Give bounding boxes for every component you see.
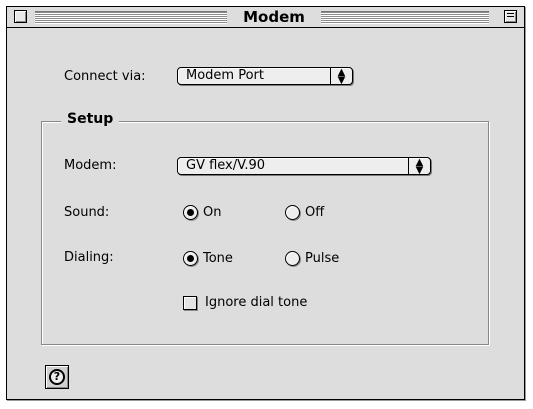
modem-value: GV flex/V.90 — [186, 158, 266, 173]
help-icon: ? — [49, 369, 65, 385]
connect-via-label: Connect via: — [64, 69, 146, 84]
title-stripes-right — [321, 11, 489, 24]
modem-popup[interactable]: GV flex/V.90 ▲ ▼ — [177, 157, 431, 176]
ignore-dial-tone-checkbox[interactable] — [183, 296, 197, 310]
close-box-icon[interactable] — [14, 10, 27, 23]
window-title: Modem — [227, 7, 321, 27]
up-down-arrows-icon: ▲ ▼ — [408, 158, 430, 176]
title-stripes-left — [35, 11, 227, 24]
dialing-pulse-label[interactable]: Pulse — [305, 251, 339, 266]
setup-group — [41, 121, 489, 345]
connect-via-value: Modem Port — [186, 68, 264, 83]
connect-via-popup[interactable]: Modem Port ▲ ▼ — [177, 67, 353, 86]
sound-on-radio[interactable] — [183, 205, 198, 220]
title-bar[interactable]: Modem — [7, 7, 524, 28]
sound-label: Sound: — [64, 205, 110, 220]
dialing-pulse-radio[interactable] — [285, 251, 300, 266]
ignore-dial-tone-label[interactable]: Ignore dial tone — [205, 295, 307, 310]
sound-off-radio[interactable] — [285, 205, 300, 220]
setup-group-title: Setup — [61, 111, 120, 127]
help-button[interactable]: ? — [45, 365, 69, 389]
sound-on-label[interactable]: On — [203, 205, 221, 220]
dialing-tone-label[interactable]: Tone — [203, 251, 233, 266]
dialing-label: Dialing: — [64, 250, 114, 265]
collapse-box-icon[interactable] — [504, 10, 517, 23]
dialing-tone-radio[interactable] — [183, 251, 198, 266]
modem-window: Modem Connect via: Modem Port ▲ ▼ Setup M… — [6, 6, 525, 400]
sound-off-label[interactable]: Off — [305, 205, 324, 220]
modem-label: Modem: — [64, 158, 117, 173]
up-down-arrows-icon: ▲ ▼ — [330, 68, 352, 86]
